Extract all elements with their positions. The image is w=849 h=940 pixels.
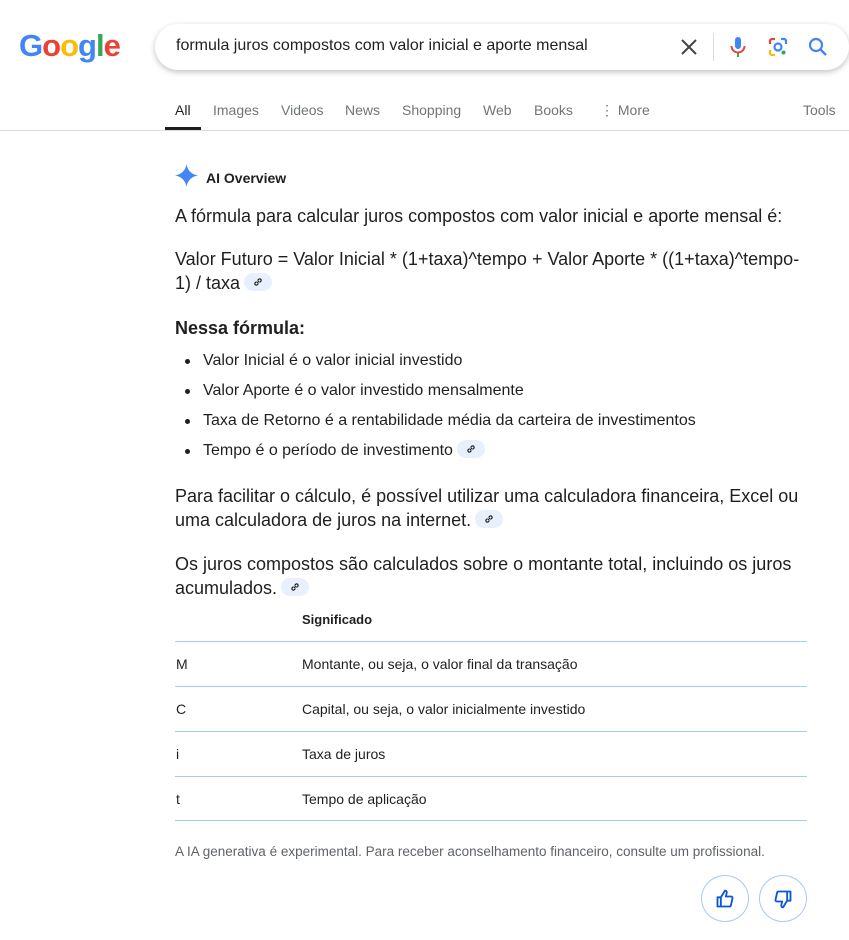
thumbs-down-icon [774, 890, 792, 908]
thumbs-up-icon [716, 889, 734, 907]
tab-shopping[interactable]: Shopping [402, 102, 461, 118]
link-icon [254, 278, 262, 286]
paragraph-compound: Os juros compostos são calculados sobre … [175, 552, 810, 600]
list-item: Taxa de Retorno é a rentabilidade média … [203, 412, 696, 429]
link-icon [485, 515, 493, 523]
table-cell: t [176, 791, 180, 807]
disclaimer: A IA generativa é experimental. Para rec… [175, 844, 765, 859]
tab-news[interactable]: News [345, 102, 380, 118]
sparkle-icon [175, 164, 198, 192]
table-cell: Tempo de aplicação [302, 791, 427, 807]
link-chip[interactable] [281, 578, 310, 597]
list-item: Valor Inicial é o valor inicial investid… [203, 352, 463, 369]
bullet [185, 449, 190, 454]
table-cell: M [176, 656, 188, 672]
search-input[interactable]: formula juros compostos com valor inicia… [176, 37, 588, 55]
table-cell: C [176, 701, 187, 717]
bullet [185, 419, 190, 424]
tab-all[interactable]: All [175, 102, 191, 118]
more-vert-icon: ⋮ [600, 102, 618, 118]
divider [713, 33, 714, 61]
paragraph-calculator: Para facilitar o cálculo, é possível uti… [175, 484, 810, 532]
link-chip[interactable] [244, 273, 273, 292]
clear-icon[interactable] [677, 35, 701, 59]
search-icon[interactable] [806, 35, 830, 59]
bullet [185, 389, 190, 394]
tab-images[interactable]: Images [213, 102, 259, 118]
table-row: t Tempo de aplicação [175, 776, 807, 821]
list-item-text: Tempo é o período de investimento [203, 442, 453, 459]
table-row: M Montante, ou seja, o valor final da tra… [175, 641, 807, 686]
link-chip[interactable] [475, 510, 504, 529]
tab-web[interactable]: Web [483, 102, 512, 118]
header-divider [0, 130, 849, 131]
link-icon [467, 445, 475, 453]
tab-videos[interactable]: Videos [281, 102, 324, 118]
table-cell: Montante, ou seja, o valor final da tran… [302, 656, 578, 672]
ai-overview-title: AI Overview [206, 170, 287, 186]
table-cell: Taxa de juros [302, 746, 386, 762]
formula-heading: Nessa fórmula: [175, 318, 306, 338]
tools-button[interactable]: Tools [803, 102, 836, 118]
bullet [185, 359, 190, 364]
search-box[interactable]: formula juros compostos com valor inicia… [155, 24, 849, 70]
paragraph-text: Os juros compostos são calculados sobre … [175, 554, 792, 598]
tab-books[interactable]: Books [534, 102, 573, 118]
tab-more[interactable]: ⋮ More [600, 102, 650, 119]
list-item: Tempo é o período de investimento [203, 439, 485, 462]
google-logo[interactable]: Google [19, 28, 121, 64]
link-chip[interactable] [456, 439, 485, 458]
table-cell: Capital, ou seja, o valor inicialmente i… [302, 701, 586, 717]
ai-overview-header: AI Overview [175, 164, 286, 192]
link-icon [291, 583, 299, 591]
table-header: Significado [302, 612, 373, 627]
lens-icon[interactable] [766, 35, 790, 59]
table-row: i Taxa de juros [175, 731, 807, 776]
thumbs-down-button[interactable] [759, 875, 807, 922]
formula-text: Valor Futuro = Valor Inicial * (1+taxa)^… [175, 247, 810, 295]
list-item: Valor Aporte é o valor investido mensalm… [203, 382, 524, 399]
microphone-icon[interactable] [726, 35, 750, 59]
table-cell: i [176, 746, 180, 762]
intro-text: A fórmula para calcular juros compostos … [175, 206, 783, 226]
table-row: C Capital, ou seja, o valor inicialmente … [175, 686, 807, 731]
thumbs-up-button[interactable] [701, 875, 749, 922]
tab-more-label: More [617, 102, 650, 118]
